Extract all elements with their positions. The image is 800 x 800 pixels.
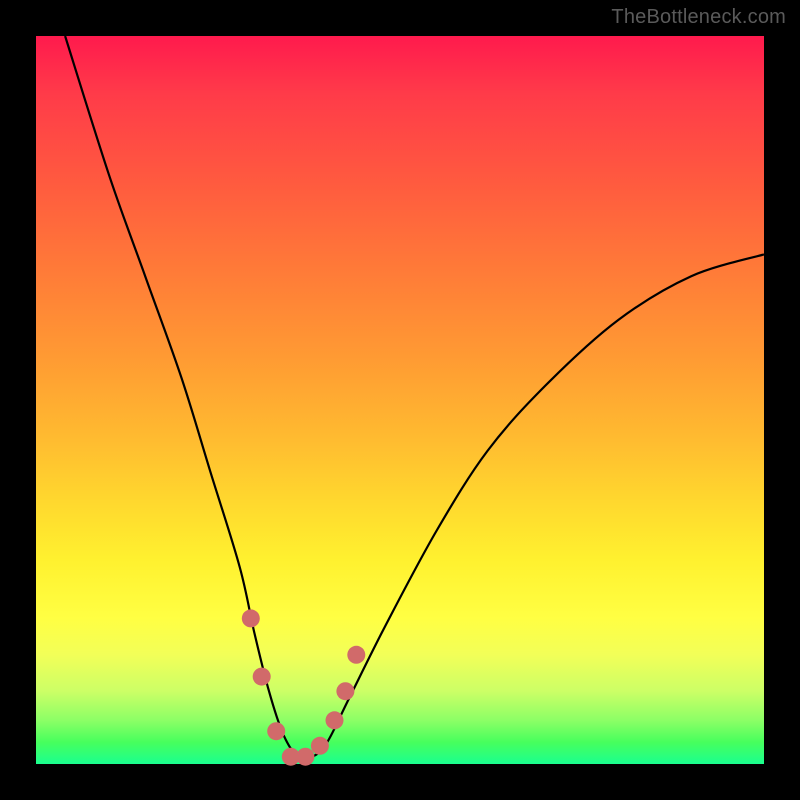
marker-dot — [242, 609, 260, 627]
marker-dot — [267, 722, 285, 740]
marker-dot — [311, 737, 329, 755]
marker-dot — [296, 748, 314, 766]
bottleneck-curve — [65, 36, 764, 759]
chart-svg — [36, 36, 764, 764]
watermark-text: TheBottleneck.com — [611, 6, 786, 29]
marker-dot — [326, 711, 344, 729]
highlighted-points — [242, 609, 365, 765]
marker-dot — [336, 682, 354, 700]
marker-dot — [347, 646, 365, 664]
marker-dot — [253, 668, 271, 686]
chart-frame: TheBottleneck.com — [0, 0, 800, 800]
